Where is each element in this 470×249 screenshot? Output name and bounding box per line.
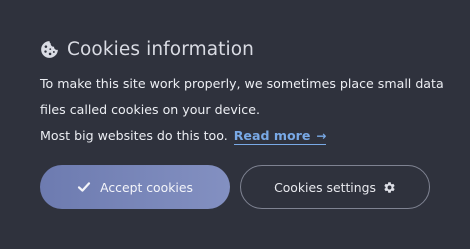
banner-header: Cookies information xyxy=(40,38,254,60)
banner-description: To make this site work properly, we some… xyxy=(40,71,460,149)
accept-cookies-button[interactable]: Accept cookies xyxy=(40,165,230,209)
description-line-3-text: Most big websites do this too. xyxy=(40,128,228,143)
cookie-banner: Cookies information To make this site wo… xyxy=(0,0,470,249)
accept-cookies-label: Accept cookies xyxy=(100,179,193,195)
cookies-settings-button[interactable]: Cookies settings xyxy=(240,165,430,209)
description-line-1: To make this site work properly, we some… xyxy=(40,76,444,91)
cookie-icon xyxy=(41,40,58,58)
arrow-right-icon: → xyxy=(316,129,327,143)
banner-title: Cookies information xyxy=(67,38,254,60)
description-line-3: Most big websites do this too. Read more → xyxy=(40,123,460,149)
description-line-2: files called cookies on your device. xyxy=(40,102,260,117)
gear-icon xyxy=(384,181,395,193)
read-more-label: Read more xyxy=(233,128,311,143)
check-icon xyxy=(77,182,91,192)
cookies-settings-label: Cookies settings xyxy=(274,179,376,195)
read-more-link[interactable]: Read more → xyxy=(233,128,327,145)
